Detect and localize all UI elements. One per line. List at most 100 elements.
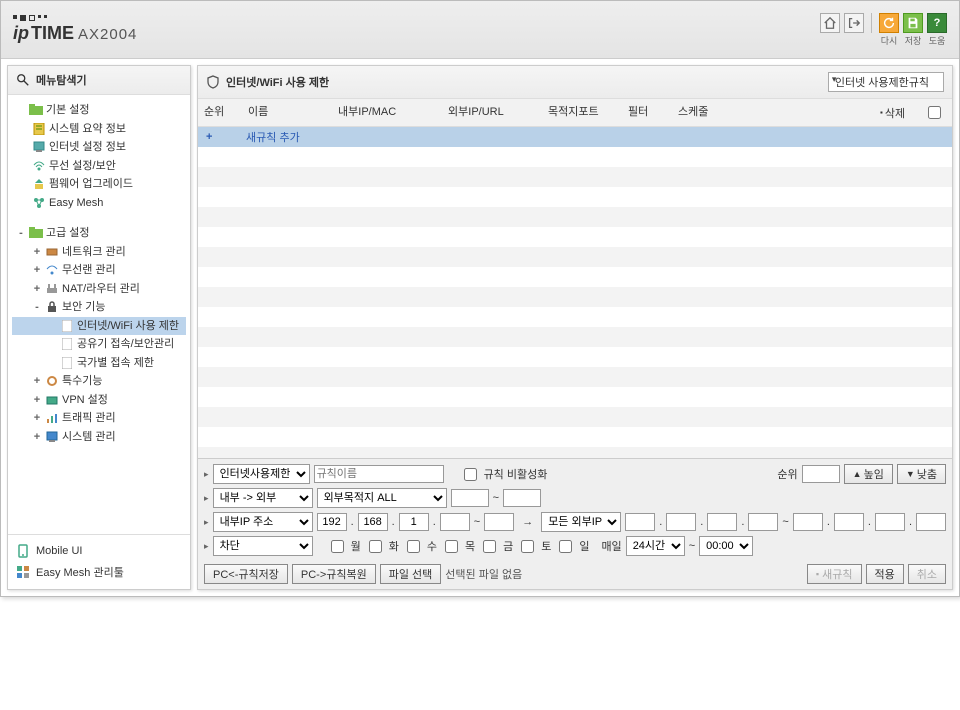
save-icon[interactable]: [903, 13, 923, 33]
help-label: 도움: [929, 34, 946, 47]
eip-c[interactable]: [707, 513, 737, 531]
expand-icon[interactable]: +: [32, 373, 42, 390]
order-up-button[interactable]: ▲높임: [844, 464, 893, 484]
rule-type-dropdown[interactable]: 인터넷사용제한: [213, 464, 310, 484]
page-icon: [60, 357, 74, 369]
rule-rows: + 새규칙 추가: [198, 127, 952, 458]
direction-select[interactable]: 내부 -> 외부: [213, 488, 313, 508]
main-panel: 인터넷/WiFi 사용 제한 인터넷 사용제한규칙 순위 이름 내부IP/MAC…: [197, 65, 953, 590]
tree-item[interactable]: +네트워크 관리: [12, 243, 186, 262]
rule-type-select[interactable]: 인터넷 사용제한규칙: [828, 72, 944, 92]
net2-icon: [45, 246, 59, 258]
tree-item[interactable]: +시스템 관리: [12, 428, 186, 447]
tree-item-selected[interactable]: 인터넷/WiFi 사용 제한: [12, 317, 186, 336]
rule-name-input[interactable]: [314, 465, 444, 483]
dest-select[interactable]: 외부목적지 ALL: [317, 488, 447, 508]
day-sat[interactable]: [521, 540, 534, 553]
new-rule-button[interactable]: ▪새규칙: [807, 564, 862, 584]
restore-from-pc-button[interactable]: PC->규칙복원: [292, 564, 376, 584]
tree-item[interactable]: 시스템 요약 정보: [12, 120, 186, 139]
tree-item[interactable]: +트래픽 관리: [12, 409, 186, 428]
day-wed[interactable]: [407, 540, 420, 553]
file-select-button[interactable]: 파일 선택: [380, 564, 442, 584]
ip-a[interactable]: [317, 513, 347, 531]
tree-advanced[interactable]: - 고급 설정: [12, 224, 186, 243]
mobile-ui-link[interactable]: Mobile UI: [16, 541, 182, 561]
router-icon: [45, 283, 59, 295]
eip-d[interactable]: [748, 513, 778, 531]
src-type-select[interactable]: 내부IP 주소: [213, 512, 313, 532]
expand-icon[interactable]: +: [32, 281, 42, 298]
tree-item[interactable]: Easy Mesh: [12, 194, 186, 213]
expand-icon[interactable]: +: [32, 410, 42, 427]
collapse-icon[interactable]: -: [32, 299, 42, 316]
allday-select[interactable]: 24시간: [626, 536, 685, 556]
refresh-label: 다시: [881, 34, 898, 47]
wlan-icon: [45, 264, 59, 276]
collapse-icon[interactable]: -: [16, 225, 26, 242]
ip-b[interactable]: [358, 513, 388, 531]
order-input[interactable]: [802, 465, 840, 483]
eip-a2[interactable]: [793, 513, 823, 531]
ip-c[interactable]: [399, 513, 429, 531]
refresh-icon[interactable]: [879, 13, 899, 33]
lock-icon: [45, 301, 59, 313]
apply-button[interactable]: 적용: [866, 564, 904, 584]
eip-c2[interactable]: [875, 513, 905, 531]
tree-item[interactable]: +NAT/라우터 관리: [12, 280, 186, 299]
order-down-button[interactable]: ▼낮춤: [897, 464, 946, 484]
disable-rule-checkbox[interactable]: [464, 468, 477, 481]
tree-basic[interactable]: 기본 설정: [12, 101, 186, 120]
traffic-icon: [45, 412, 59, 424]
tree-item[interactable]: 인터넷 설정 정보: [12, 138, 186, 157]
help-icon[interactable]: ?: [927, 13, 947, 33]
day-sun[interactable]: [559, 540, 572, 553]
tree-item[interactable]: 국가별 접속 제한: [12, 354, 186, 373]
brand-time: TIME: [31, 23, 74, 44]
brand-logo: ipTIME AX2004: [13, 15, 137, 44]
mobile-icon: [16, 544, 30, 558]
day-thu[interactable]: [445, 540, 458, 553]
cancel-button[interactable]: 취소: [908, 564, 946, 584]
expand-icon[interactable]: +: [32, 244, 42, 261]
day-tue[interactable]: [369, 540, 382, 553]
port-to-input[interactable]: [503, 489, 541, 507]
day-fri[interactable]: [483, 540, 496, 553]
ip-d2[interactable]: [484, 513, 514, 531]
save-to-pc-button[interactable]: PC<-규칙저장: [204, 564, 288, 584]
eip-b2[interactable]: [834, 513, 864, 531]
easymesh-link[interactable]: Easy Mesh 관리툴: [16, 561, 182, 583]
time-end-select[interactable]: 00:00: [699, 536, 753, 556]
sidebar: 메뉴탐색기 기본 설정 시스템 요약 정보 인터넷 설정 정보 무선 설정/보안…: [7, 65, 191, 590]
col-name: 이름: [248, 103, 338, 122]
tree-item[interactable]: 펌웨어 업그레이드: [12, 175, 186, 194]
col-delete: 삭제: [885, 105, 905, 121]
brand-ip: ip: [13, 23, 29, 44]
ext-ip-select[interactable]: 모든 외부IP: [541, 512, 621, 532]
tree-item[interactable]: 무선 설정/보안: [12, 157, 186, 176]
ip-d[interactable]: [440, 513, 470, 531]
add-rule-row[interactable]: + 새규칙 추가: [198, 127, 952, 147]
eip-a[interactable]: [625, 513, 655, 531]
eip-d2[interactable]: [916, 513, 946, 531]
home-icon[interactable]: [820, 13, 840, 33]
expand-icon[interactable]: +: [32, 392, 42, 409]
rule-form: ▸ 인터넷사용제한 규칙 비활성화 순위 ▲높임 ▼낮춤 ▸ 내부 -> 외부 …: [198, 458, 952, 589]
save-label: 저장: [905, 34, 922, 47]
tree-item[interactable]: +특수기능: [12, 372, 186, 391]
expand-icon[interactable]: +: [32, 262, 42, 279]
tree-item[interactable]: +VPN 설정: [12, 391, 186, 410]
day-mon[interactable]: [331, 540, 344, 553]
wifi-icon: [32, 160, 46, 172]
eip-b[interactable]: [666, 513, 696, 531]
col-order: 순위: [204, 103, 248, 122]
logout-icon[interactable]: [844, 13, 864, 33]
tree-item[interactable]: 공유기 접속/보안관리: [12, 335, 186, 354]
expand-icon[interactable]: +: [32, 429, 42, 446]
action-select[interactable]: 차단: [213, 536, 313, 556]
tree-item[interactable]: +무선랜 관리: [12, 261, 186, 280]
delete-all-checkbox[interactable]: [928, 106, 941, 119]
port-from-input[interactable]: [451, 489, 489, 507]
col-schedule: 스케줄: [678, 103, 880, 122]
tree-security[interactable]: -보안 기능: [12, 298, 186, 317]
